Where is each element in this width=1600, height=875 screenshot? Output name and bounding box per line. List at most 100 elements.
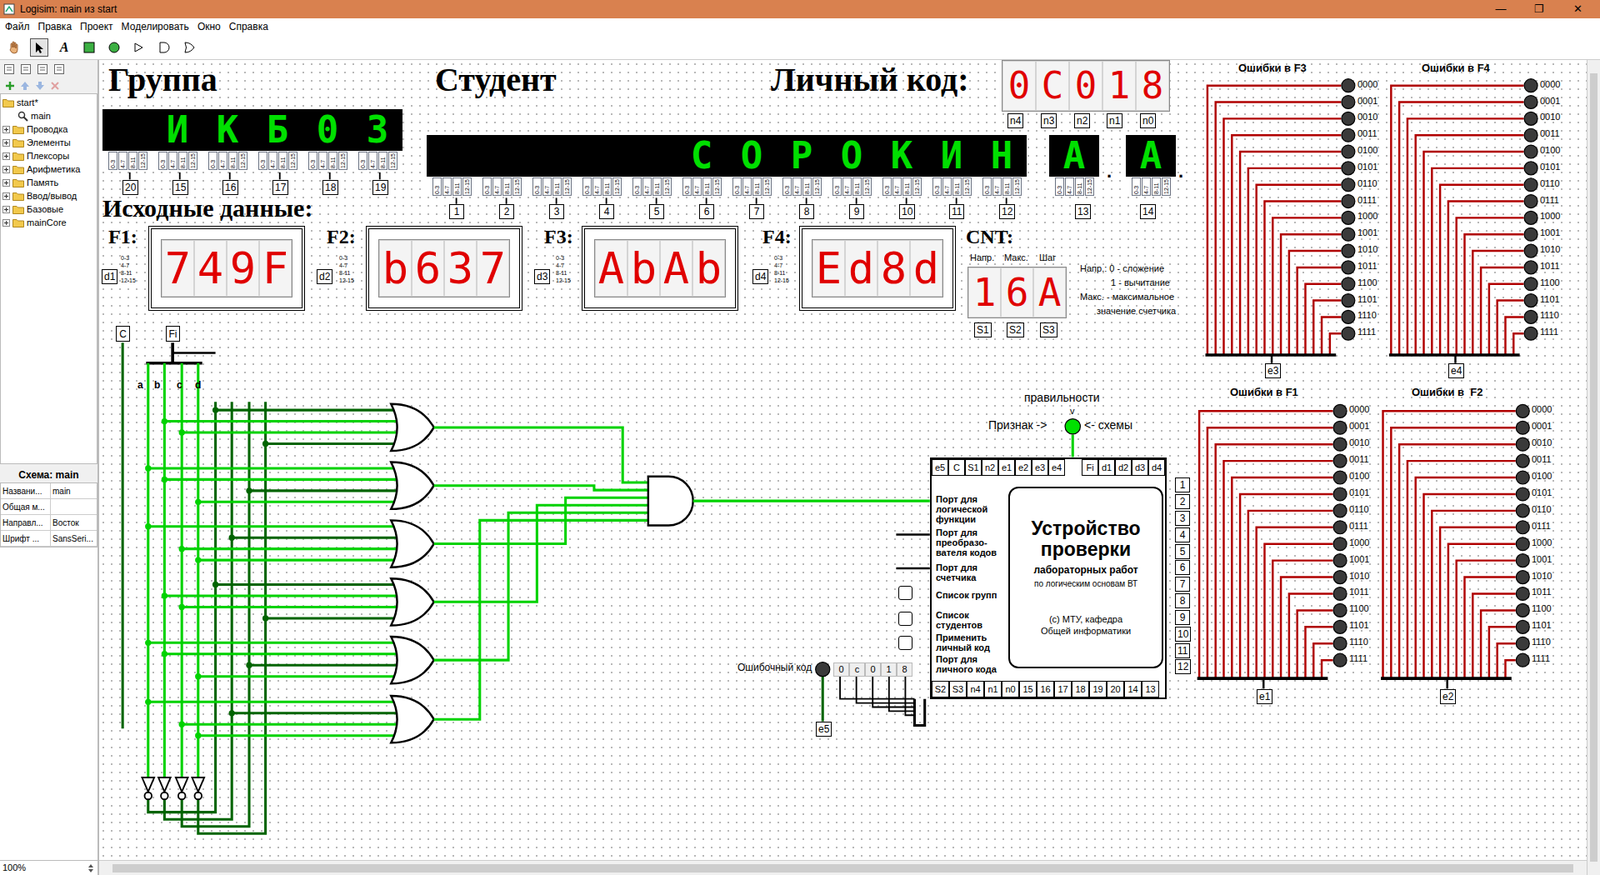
menu-item[interactable]: Справка: [229, 19, 269, 35]
tool-button[interactable]: [80, 38, 99, 57]
port: n2: [981, 459, 999, 476]
window-control[interactable]: ❐: [1520, 0, 1559, 18]
variable-label: b: [154, 380, 160, 390]
error-panel-wires: [1389, 79, 1538, 364]
tree-item[interactable]: Элементы: [0, 135, 97, 150]
pin-label: 4-7: [642, 177, 652, 196]
tool-button[interactable]: A: [55, 38, 74, 57]
pin-label: 0-3: [1055, 177, 1065, 196]
counter-column: Макс.: [1004, 253, 1029, 263]
add-icon[interactable]: [5, 80, 15, 91]
view-icon[interactable]: [53, 63, 65, 75]
checker-body: Устройствопроверкилабораторных работпо л…: [1008, 486, 1164, 669]
view-icon[interactable]: [20, 63, 32, 75]
property-row[interactable]: Шрифт ...SansSeri...: [0, 530, 97, 547]
counter-legend: Напр.: 0 - сложение1 - вычитаниеМакс. - …: [1080, 261, 1176, 319]
pin-label: 12-15: [120, 276, 136, 285]
led: [1515, 570, 1530, 585]
expand-icon[interactable]: [2, 219, 10, 227]
error-code-label: 0101: [1540, 162, 1560, 172]
menu-item[interactable]: Файл: [5, 19, 30, 35]
property-row[interactable]: Названи...main: [0, 483, 97, 500]
tree-item[interactable]: mainCore: [0, 215, 97, 230]
led: [1333, 636, 1347, 650]
expand-icon[interactable]: [2, 125, 10, 134]
expand-icon[interactable]: [2, 205, 10, 214]
tree-item[interactable]: Арифметика: [0, 162, 97, 176]
tool-button[interactable]: [180, 38, 199, 57]
initial-display: А0-34-78-1112-15: [1049, 135, 1100, 197]
menu-item[interactable]: Моделировать: [121, 19, 190, 35]
left-panel: start*mainПроводкаЭлементыПлексорыАрифме…: [0, 60, 100, 875]
input-pin[interactable]: [898, 585, 913, 600]
expand-icon[interactable]: [2, 139, 10, 147]
matrix-char: И: [926, 135, 977, 177]
pin-group: 0-34-78-1112-15: [876, 176, 927, 197]
menu-item[interactable]: Проект: [80, 19, 114, 35]
matrix-char: К: [876, 135, 927, 177]
port: S2: [931, 680, 950, 698]
pin-label: 12-15: [662, 177, 672, 196]
input-pin[interactable]: [898, 611, 913, 626]
error-code-label: 1011: [1540, 261, 1560, 271]
menu-item[interactable]: Правка: [38, 19, 73, 35]
circuit-pin[interactable]: Fi: [165, 325, 180, 342]
error-code-label: 1001: [1357, 228, 1378, 238]
port: 16: [222, 180, 239, 195]
tool-button[interactable]: [130, 38, 149, 57]
pin-label: 8-11: [278, 151, 288, 170]
port: 7: [1175, 576, 1190, 592]
horizontal-scrollbar[interactable]: [99, 860, 1587, 875]
tool-button[interactable]: [30, 38, 49, 57]
led: [1524, 310, 1538, 324]
circuit-canvas[interactable]: Группа ИКБ030-34-78-1112-150-34-78-1112-…: [99, 60, 1587, 860]
led: [1341, 161, 1355, 175]
up-icon[interactable]: [20, 80, 30, 91]
property-row[interactable]: Общая м...: [0, 499, 97, 515]
port: e5: [815, 721, 832, 737]
hex-digit: 6: [1000, 267, 1034, 318]
expand-icon[interactable]: [2, 165, 10, 174]
down-icon[interactable]: [35, 80, 45, 91]
led: [1515, 603, 1530, 617]
tool-button[interactable]: [155, 38, 174, 57]
expand-icon[interactable]: [2, 192, 10, 200]
view-icon[interactable]: [36, 63, 49, 75]
input-pin[interactable]: [898, 635, 913, 650]
hex-digit: 1: [1102, 60, 1136, 111]
property-row[interactable]: Направл...Восток: [0, 515, 97, 531]
error-code-label: 0100: [1540, 145, 1560, 155]
matrix-char: [102, 109, 153, 151]
matrix-char: 3: [352, 109, 403, 151]
zoom-control[interactable]: 100%: [0, 860, 98, 875]
view-icon[interactable]: [3, 63, 15, 75]
tree-item[interactable]: Плексоры: [0, 149, 97, 163]
tree-item[interactable]: main: [0, 109, 97, 123]
tree-item[interactable]: Базовые: [0, 202, 97, 216]
pin-label: 12-15: [912, 177, 922, 196]
led: [1333, 554, 1347, 568]
led: [1515, 437, 1530, 451]
led: [1333, 437, 1347, 451]
tree-item[interactable]: Ввод/вывод: [0, 189, 97, 203]
tree-item[interactable]: start*: [0, 95, 97, 110]
window-control[interactable]: ✕: [1558, 0, 1597, 18]
tree-item[interactable]: Проводка: [0, 122, 97, 136]
spinner-icon[interactable]: [86, 862, 95, 875]
circuit-pin[interactable]: C: [115, 325, 130, 342]
menu-item[interactable]: Окно: [197, 19, 221, 35]
window-control[interactable]: —: [1481, 0, 1520, 18]
pin-label: 4-7: [692, 177, 702, 196]
expand-icon[interactable]: [2, 152, 10, 160]
pin-label: 4-7: [742, 177, 752, 196]
tool-button[interactable]: [5, 38, 24, 57]
tree-item[interactable]: Память: [0, 175, 97, 190]
expand-icon[interactable]: [2, 179, 10, 187]
checker-label: Порт дляличного кода: [935, 654, 997, 675]
tool-button[interactable]: [105, 38, 124, 57]
pin-label: 0-3: [358, 151, 368, 170]
hex-digit: 6: [411, 240, 445, 297]
pin-label: 0-3: [774, 254, 790, 262]
delete-icon[interactable]: [50, 80, 60, 91]
vertical-scrollbar[interactable]: [1586, 60, 1600, 875]
